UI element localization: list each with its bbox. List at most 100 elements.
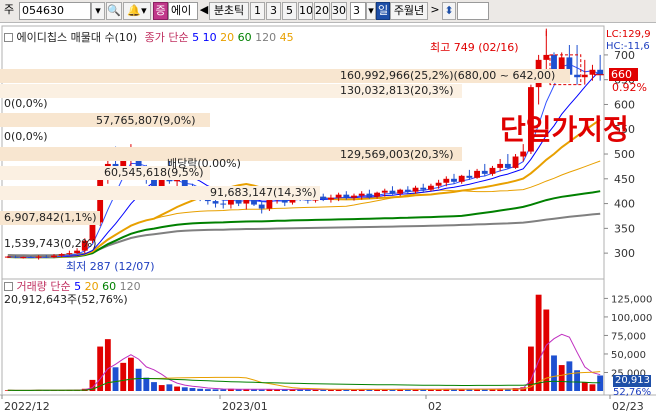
volume-bar: [258, 389, 265, 391]
candle-body: [220, 203, 227, 205]
interval-button[interactable]: 1: [250, 2, 265, 20]
candle-body: [351, 195, 357, 198]
stock-name-field: 에이: [168, 2, 198, 20]
volume-ma-period: 5: [74, 280, 82, 293]
candle-body: [574, 74, 580, 78]
candle-body: [258, 204, 265, 209]
volume-bar: [589, 384, 596, 391]
current-percent: 0.92%: [612, 81, 647, 94]
next-arrow-button[interactable]: >: [429, 2, 441, 20]
volume-bar: [112, 367, 119, 391]
interval-button[interactable]: 20: [314, 2, 330, 20]
single-price-overlay: 단일가지정: [500, 113, 629, 146]
checkbox-icon[interactable]: [4, 282, 13, 291]
volume-bar: [151, 382, 157, 391]
candle-body: [381, 190, 388, 193]
candle-body: [420, 187, 427, 190]
volume-bar: [204, 389, 211, 391]
candle-body: [489, 167, 496, 174]
ma-period: 120: [255, 31, 277, 44]
candle-body: [58, 254, 65, 256]
candle-body: [335, 194, 342, 198]
checkbox-icon[interactable]: [4, 33, 13, 42]
volume-bar: [581, 382, 588, 391]
volume-bar: [197, 388, 204, 391]
ma-period: 20: [220, 31, 235, 44]
volume-axis-label: 100,000: [611, 313, 652, 324]
volume-profile-label: 160,992,966(25,2%)(680,00 ~ 642,00): [340, 69, 556, 82]
candle-body: [343, 194, 350, 198]
candle-body: [451, 178, 457, 182]
date-axis-label: 02/23: [612, 400, 644, 413]
updown-icon[interactable]: ⬍: [442, 2, 456, 20]
candle-body: [474, 170, 480, 178]
volume-bar: [128, 357, 134, 391]
ma-period: 5: [192, 31, 200, 44]
market-badge: 증: [153, 2, 168, 20]
candle-body: [389, 190, 396, 194]
candle-body: [520, 151, 527, 157]
candle-body: [328, 197, 334, 200]
volume-profile-label: 6,907,842(1,1%): [4, 211, 97, 224]
count-input[interactable]: 3: [350, 2, 366, 20]
volume-bar: [212, 389, 219, 391]
price-axis-label: 300: [614, 247, 635, 260]
ma-period: 45: [279, 31, 294, 44]
volume-profile-label: 1,539,743(0,2%): [4, 237, 97, 250]
volume-profile-label: 57,765,807(9,0%): [96, 114, 196, 127]
day-unit-button[interactable]: 일: [376, 2, 390, 20]
volume-bar: [181, 387, 188, 391]
candle-body: [589, 69, 596, 75]
chart-legend: 에이디칩스 매물대 수(10) 종가 단순 5 10 20 60 120 45: [4, 32, 294, 44]
volume-bar: [158, 385, 165, 391]
candle-body: [428, 185, 434, 190]
price-axis-label: 500: [614, 148, 635, 161]
volume-bar: [189, 388, 196, 391]
volume-bar: [135, 368, 142, 391]
market-select[interactable]: 주: [2, 2, 17, 20]
candle-body: [512, 156, 519, 168]
candle-body: [481, 170, 488, 174]
candle-body: [581, 74, 588, 78]
volume-axis-label: 75,000: [611, 331, 646, 342]
volume-bar: [535, 294, 542, 391]
volume-axis-label: 125,000: [611, 294, 652, 305]
blank-input[interactable]: [457, 2, 489, 20]
interval-button[interactable]: 5: [282, 2, 297, 20]
speaker-icon[interactable]: 🔔▾: [123, 2, 151, 20]
price-axis-label: 400: [614, 198, 635, 211]
volume-bar: [120, 362, 127, 391]
search-icon[interactable]: 🔍: [106, 2, 122, 20]
candle-body: [366, 193, 373, 197]
interval-button[interactable]: 3: [266, 2, 281, 20]
candle-body: [4, 256, 11, 258]
volume-current-badge: 20,913: [613, 375, 651, 387]
date-axis-label: 2022/12: [4, 400, 50, 413]
volume-value: 20,912,643주(52,76%): [4, 293, 128, 306]
volume-axis-label: 50,000: [611, 350, 646, 361]
prev-arrow-button[interactable]: ◀: [199, 2, 209, 20]
volume-profile-label: 129,569,003(20,3%): [340, 148, 454, 161]
period-tab-label[interactable]: 분초틱: [209, 2, 249, 20]
volume-bar: [558, 365, 565, 391]
candle-body: [597, 69, 604, 75]
interval-button[interactable]: 30: [331, 2, 347, 20]
candle-body: [66, 253, 73, 255]
stock-code-input[interactable]: 054630: [19, 2, 91, 20]
interval-button[interactable]: 10: [298, 2, 313, 20]
candle-body: [374, 192, 380, 197]
candle-body: [320, 196, 327, 200]
volume-bar: [566, 361, 573, 391]
volume-legend-label: 거래량 단순: [16, 280, 71, 293]
code-dropdown-button[interactable]: ▾: [91, 2, 105, 20]
ma-period: 10: [202, 31, 217, 44]
candle-body: [497, 163, 504, 168]
volume-profile-label: 0(0,0%): [4, 130, 48, 143]
week-month-year-buttons[interactable]: 주월년: [390, 2, 428, 20]
count-dropdown-button[interactable]: ▾: [366, 2, 376, 20]
volume-profile-label: 91,683,147(14,3%): [210, 186, 317, 199]
candle-body: [74, 250, 80, 254]
volume-ma-period: 20: [84, 280, 99, 293]
low-price-note: 최저 287 (12/07): [66, 260, 155, 273]
candle-body: [43, 256, 50, 258]
